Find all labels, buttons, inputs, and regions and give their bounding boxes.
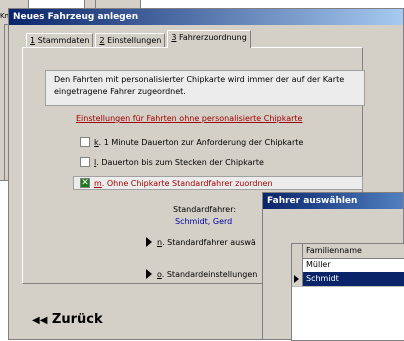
option-label-dauerton-minute: k. 1 Minute Dauerton zur Anforderung der… <box>94 138 304 147</box>
option-label-standardfahrer: m. Ohne Chipkarte Standardfahrer zuordne… <box>94 179 273 188</box>
select-driver-popup: Fahrer auswählen Familienname Müller Sch… <box>262 192 404 341</box>
tab-strip: 1 Stammdaten 2 Einstellungen 3 Fahrerzuo… <box>26 30 253 48</box>
checkbox-standardfahrer[interactable]: ✕ <box>80 178 90 188</box>
default-settings-button[interactable]: o. Standardeinstellungen <box>157 270 257 279</box>
current-row-icon <box>294 275 299 283</box>
column-header-familienname[interactable]: Familienname <box>306 246 362 255</box>
select-standard-driver-button[interactable]: n. Standardfahrer auswä <box>157 238 256 247</box>
dialog-title: Neues Fahrzeug anlegen <box>9 9 403 25</box>
checkbox-dauerton-chipkarte[interactable] <box>80 157 90 167</box>
play-arrow-icon[interactable] <box>146 269 152 279</box>
play-arrow-icon[interactable] <box>146 237 152 247</box>
standard-driver-label: Standardfahrer: <box>173 205 237 214</box>
table-row[interactable]: Müller <box>292 258 404 273</box>
standard-driver-name: Schmidt, Gerd <box>175 217 233 226</box>
tab-einstellungen[interactable]: 2 Einstellungen <box>95 33 166 48</box>
tab-stammdaten[interactable]: 1 Stammdaten <box>26 33 94 48</box>
table-cell: Müller <box>306 260 331 269</box>
back-arrow-icon: ◀◀ <box>32 315 48 326</box>
table-cell: Schmidt <box>306 274 339 283</box>
table-header: Familienname <box>292 244 404 259</box>
info-text: Den Fahrten mit personalisierter Chipkar… <box>45 70 365 106</box>
checkbox-dauerton-minute[interactable] <box>80 137 90 147</box>
table-row[interactable]: Schmidt <box>292 272 404 287</box>
row-selector-header[interactable] <box>292 244 303 258</box>
tab-fahrerzuordnung[interactable]: 3 Fahrerzuordnung <box>167 30 251 48</box>
popup-title: Fahrer auswählen <box>263 193 403 209</box>
row-selector[interactable] <box>292 272 303 286</box>
driver-table: Familienname Müller Schmidt <box>291 243 404 341</box>
option-label-dauerton-chipkarte: l. Dauerton bis zum Stecken der Chipkart… <box>94 158 264 167</box>
row-selector[interactable] <box>292 258 303 272</box>
back-button[interactable]: ◀◀ Zurück <box>32 312 103 327</box>
section-title: Einstellungen für Fahrten ohne personali… <box>76 114 303 123</box>
